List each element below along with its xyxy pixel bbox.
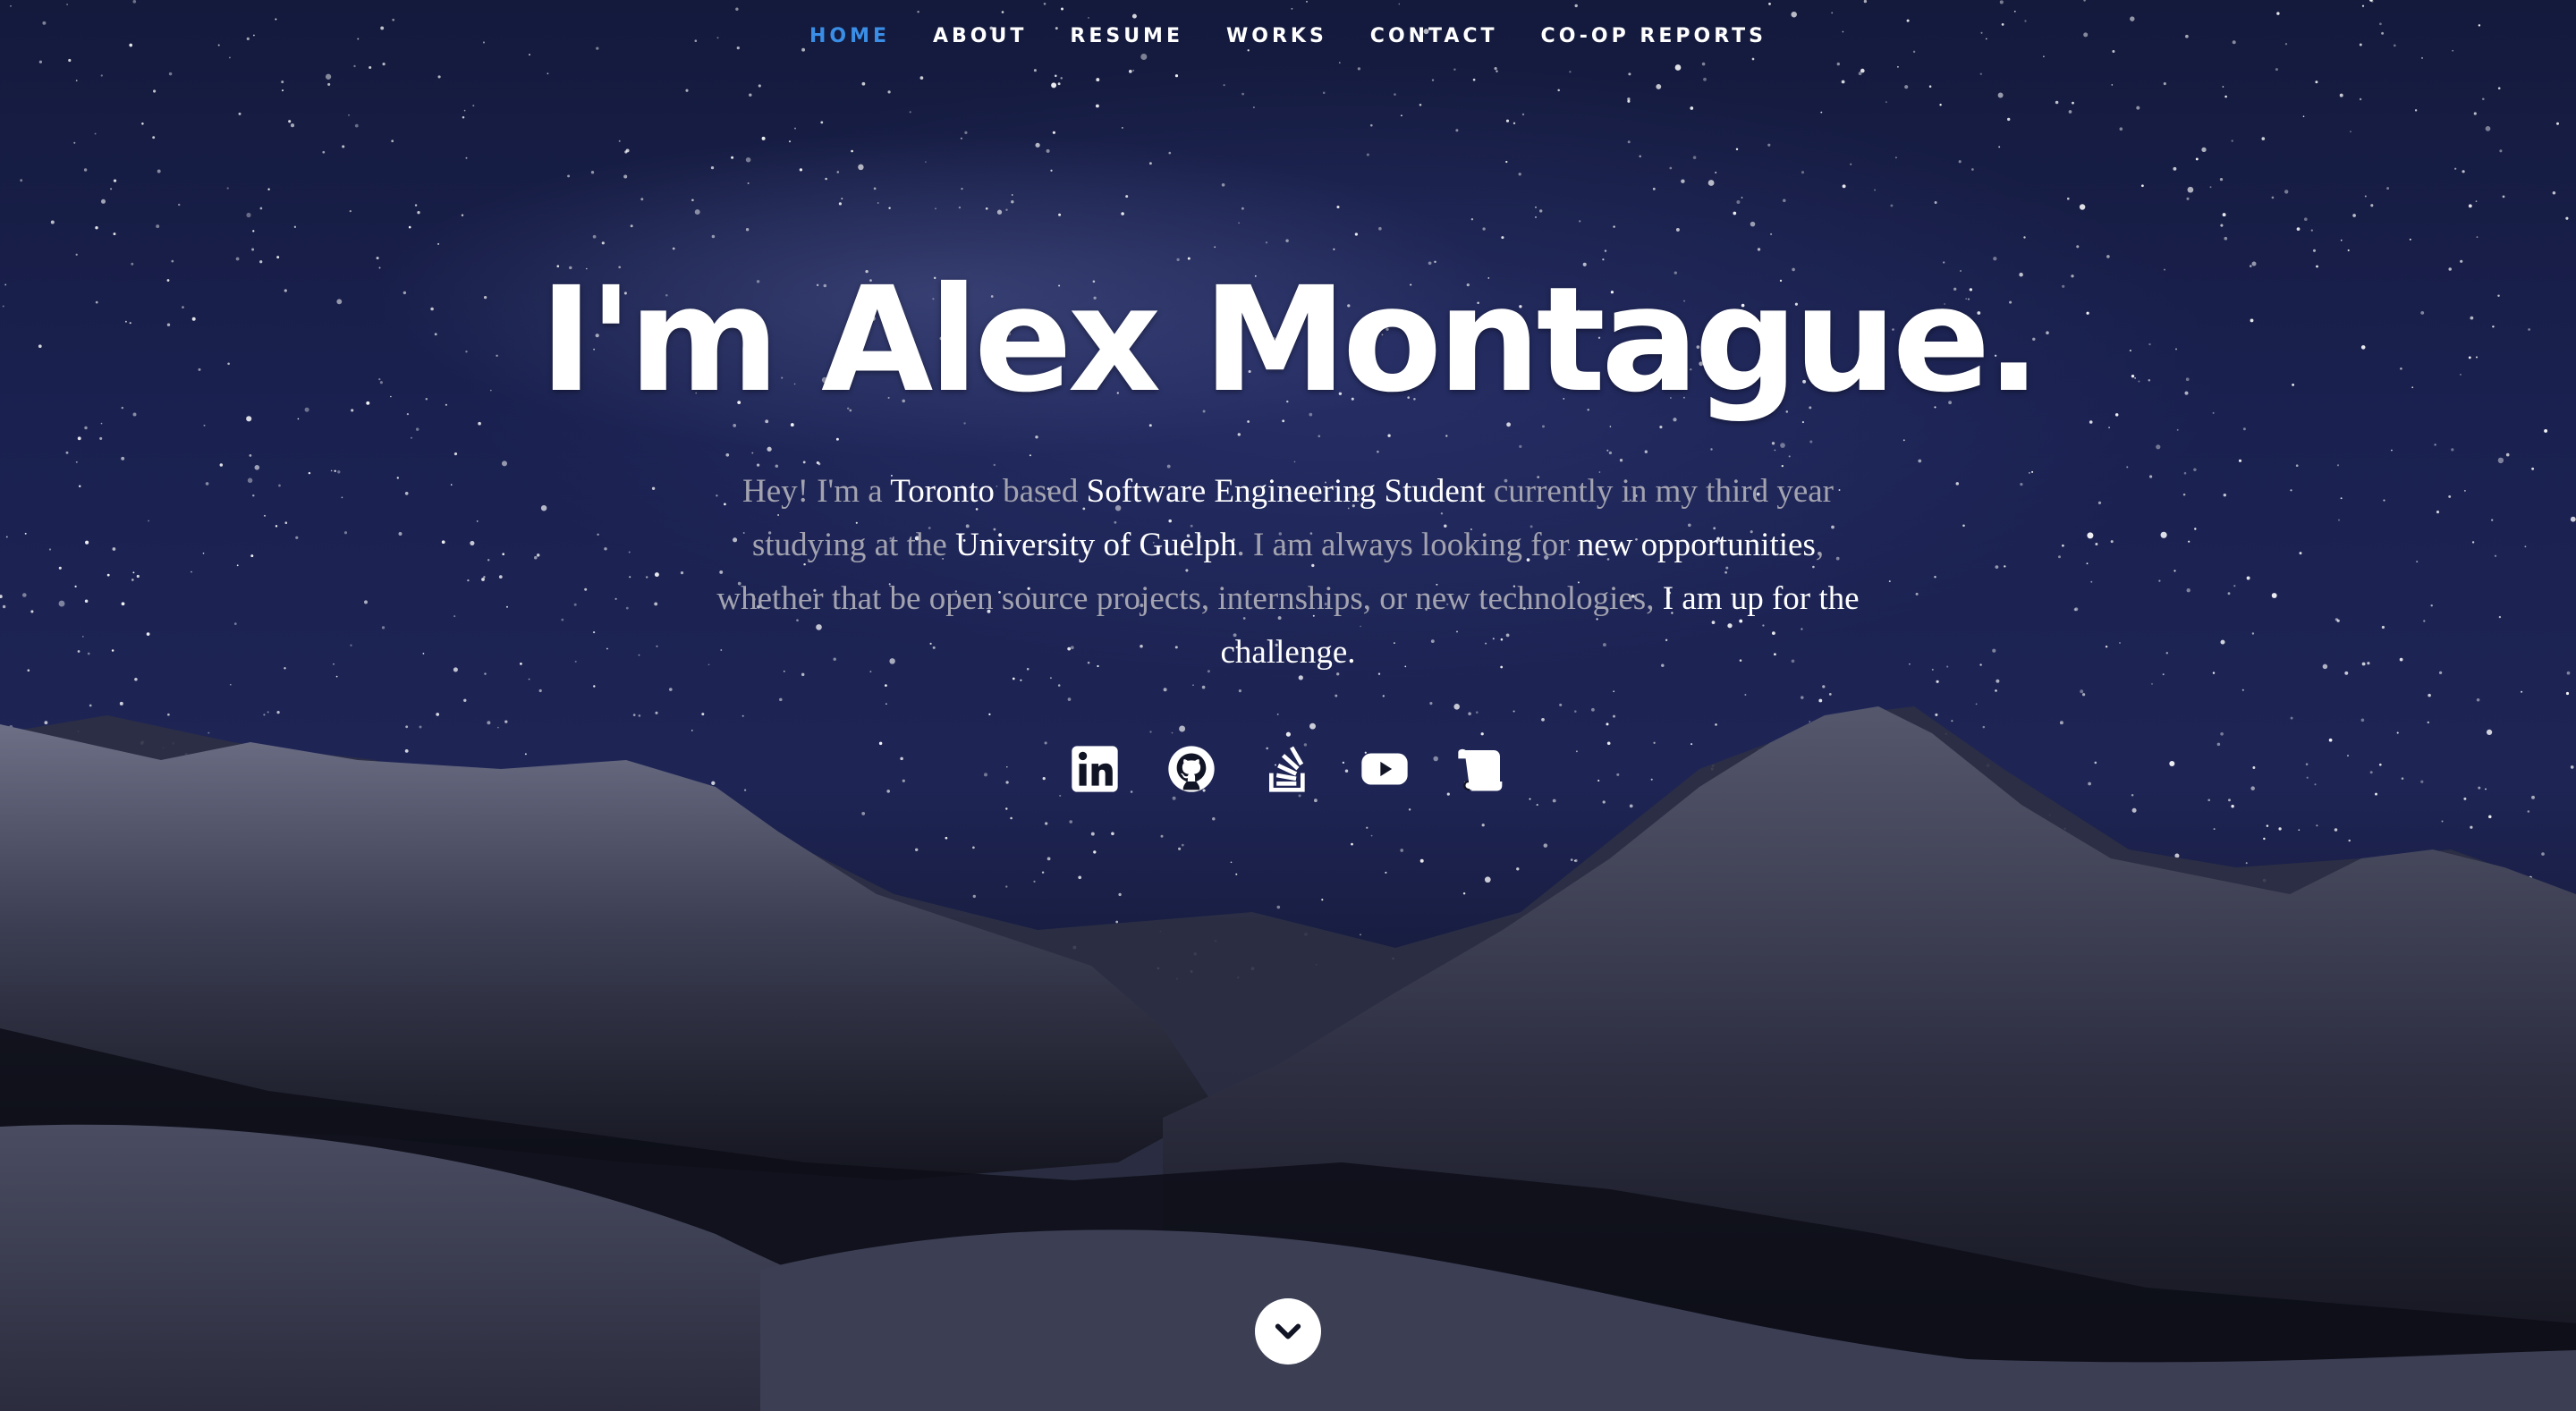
nav-resume-link[interactable]: RESUME — [1070, 25, 1183, 47]
nav-works-link[interactable]: WORKS — [1226, 25, 1327, 47]
hero-section: HOME ABOUT RESUME WORKS CONTACT CO-OP RE… — [0, 0, 2576, 1411]
intro-highlight-toronto: Toronto — [890, 473, 995, 510]
main-navigation: HOME ABOUT RESUME WORKS CONTACT CO-OP RE… — [0, 25, 2576, 47]
social-item-github — [1166, 744, 1216, 794]
github-link[interactable] — [1166, 744, 1216, 794]
intro-highlight-university: University of Guelph — [955, 527, 1237, 563]
nav-coop-reports-link[interactable]: CO-OP REPORTS — [1541, 25, 1767, 47]
intro-text-1: Hey! I'm a — [742, 473, 891, 510]
hero-banner: I'm Alex Montague. Hey! I'm a Toronto ba… — [0, 268, 2576, 794]
intro-highlight-opportunities: new opportunities — [1577, 527, 1816, 563]
github-icon — [1168, 746, 1215, 792]
hero-intro-text: Hey! I'm a Toronto based Software Engine… — [716, 465, 1860, 680]
social-links — [0, 744, 2576, 794]
social-item-reports — [1456, 744, 1506, 794]
nav-home-link[interactable]: HOME — [809, 25, 890, 47]
nav-about-link[interactable]: ABOUT — [933, 25, 1027, 47]
intro-highlight-role: Software Engineering Student — [1086, 473, 1486, 510]
nav-contact-link[interactable]: CONTACT — [1370, 25, 1498, 47]
intro-text-4: . I am always looking for — [1236, 527, 1578, 563]
stackoverflow-link[interactable] — [1263, 744, 1313, 794]
linkedin-link[interactable] — [1070, 744, 1120, 794]
intro-text-2: based — [994, 473, 1087, 510]
youtube-icon — [1361, 753, 1408, 785]
reports-link[interactable] — [1456, 744, 1506, 794]
chevron-down-icon — [1275, 1323, 1301, 1339]
scroll-down-button[interactable] — [1255, 1298, 1321, 1365]
social-item-youtube — [1360, 744, 1410, 794]
social-item-stackoverflow — [1263, 744, 1313, 794]
scroll-icon — [1458, 748, 1503, 791]
hero-headline: I'm Alex Montague. — [538, 257, 2041, 425]
stack-overflow-icon — [1269, 746, 1305, 792]
youtube-link[interactable] — [1360, 744, 1410, 794]
social-item-linkedin — [1070, 744, 1120, 794]
linkedin-icon — [1072, 746, 1118, 792]
